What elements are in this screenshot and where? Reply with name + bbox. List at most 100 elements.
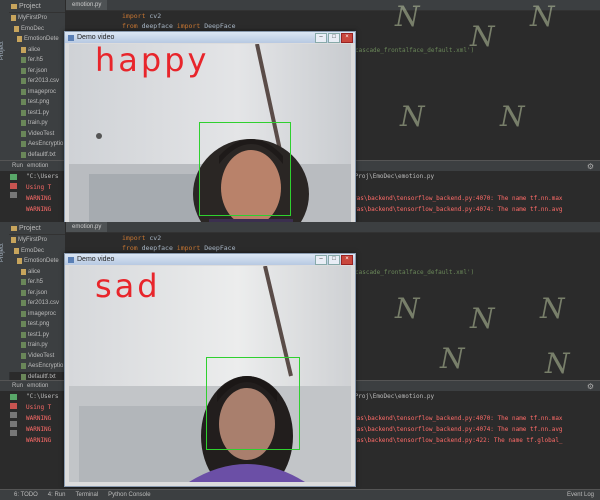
watermark-logo: N xyxy=(395,0,420,33)
tree-item[interactable]: alice xyxy=(9,267,65,278)
code-text: DeepFace xyxy=(200,22,236,30)
tree-item-label: defaultf.txt xyxy=(28,373,56,380)
code-keyword: from xyxy=(122,244,138,252)
pin-icon[interactable] xyxy=(10,421,17,427)
tree-item[interactable]: train.py xyxy=(9,118,65,129)
watermark-logo: N xyxy=(395,292,420,325)
tree-item[interactable]: fer.h5 xyxy=(9,277,65,288)
gear-icon[interactable]: ⚙ xyxy=(587,382,594,391)
tree-item[interactable]: fer.json xyxy=(9,66,65,77)
minimize-icon[interactable]: – xyxy=(315,33,327,43)
folder-icon xyxy=(11,225,17,231)
pause-icon[interactable] xyxy=(10,192,17,198)
run-tab[interactable]: emotion xyxy=(27,163,48,169)
tree-item-label: fer.h5 xyxy=(28,279,44,286)
maximize-icon[interactable]: □ xyxy=(328,33,340,43)
code-lines[interactable]: import cv2 from deepface import DeepFace xyxy=(66,233,600,253)
file-icon xyxy=(21,120,26,127)
tree-item[interactable]: test1.py xyxy=(9,108,65,119)
tree-item[interactable]: test1.py xyxy=(9,330,65,341)
tree-item-label: fer2013.csv xyxy=(28,78,60,85)
tree-item[interactable]: imageproc xyxy=(9,309,65,320)
demo-video-window[interactable]: Demo video – □ × xyxy=(64,253,356,487)
folder-icon xyxy=(21,268,26,275)
project-tool-label[interactable]: Project xyxy=(0,243,5,262)
watermark-logo: N xyxy=(540,292,565,325)
file-icon xyxy=(21,109,26,116)
window-controls: – □ × xyxy=(315,33,353,43)
tree-item[interactable]: MyFirstPro xyxy=(9,235,65,246)
status-event-log[interactable]: Event Log xyxy=(567,492,600,498)
run-path: "C:\Users xyxy=(26,393,59,400)
tree-item[interactable]: MyFirstPro xyxy=(9,13,65,24)
tree-item[interactable]: AesEncryptio xyxy=(9,139,65,150)
tree-item-label: EmotionDete xyxy=(24,258,59,265)
file-icon xyxy=(21,88,26,95)
project-title[interactable]: Project xyxy=(19,225,41,232)
tree-item[interactable]: test.png xyxy=(9,97,65,108)
tree-item[interactable]: EmotionDete xyxy=(9,34,65,45)
rerun-icon[interactable] xyxy=(10,174,17,180)
maximize-icon[interactable]: □ xyxy=(328,255,340,265)
tree-item[interactable]: fer2013.csv xyxy=(9,76,65,87)
tree-item[interactable]: train.py xyxy=(9,340,65,351)
cascade-code: cascade_frontalface_default.xml') xyxy=(355,47,474,54)
tree-item[interactable]: defaultf.txt xyxy=(9,150,65,161)
demo-video-window[interactable]: Demo video – □ × xyxy=(64,31,356,222)
run-tab[interactable]: emotion xyxy=(27,383,48,389)
tree-item[interactable]: imageproc xyxy=(9,87,65,98)
tree-item-label: fer.h5 xyxy=(28,57,44,64)
code-lines[interactable]: import cv2 from deepface import DeepFace xyxy=(66,11,600,31)
project-panel: Project MyFirstPro EmoDec EmotionDete alice… xyxy=(9,222,65,401)
tree-item[interactable]: alice xyxy=(9,45,65,56)
tree-item[interactable]: fer.h5 xyxy=(9,55,65,66)
emotion-label: happy xyxy=(95,44,210,79)
tree-item-label: MyFirstPro xyxy=(18,15,47,22)
tree-item[interactable]: fer.json xyxy=(9,288,65,299)
tree-item[interactable]: VideoTest xyxy=(9,351,65,362)
tree-item[interactable]: VideoTest xyxy=(9,129,65,140)
tree-item-label: fer.json xyxy=(28,289,48,296)
video-frame: happy xyxy=(69,44,351,222)
status-terminal[interactable]: Terminal xyxy=(75,492,98,498)
tree-item[interactable]: EmoDec xyxy=(9,246,65,257)
file-icon xyxy=(21,331,26,338)
project-tool-label[interactable]: Project xyxy=(0,41,5,60)
folder-icon xyxy=(14,247,19,254)
window-titlebar[interactable]: Demo video – □ × xyxy=(65,32,355,43)
close-icon[interactable]: × xyxy=(341,33,353,43)
file-icon xyxy=(21,78,26,85)
using-text: Using T xyxy=(26,184,52,191)
rerun-icon[interactable] xyxy=(10,394,17,400)
tree-item-label: MyFirstPro xyxy=(18,237,47,244)
folder-icon xyxy=(21,46,26,53)
tree-item[interactable]: EmoDec xyxy=(9,24,65,35)
window-titlebar[interactable]: Demo video – □ × xyxy=(65,254,355,265)
tree-item[interactable]: fer2013.csv xyxy=(9,298,65,309)
ide-bottom-half: Project Project MyFirstPro EmoDec EmotionD… xyxy=(0,222,600,500)
code-keyword: import xyxy=(176,244,201,252)
folder-icon xyxy=(11,3,17,9)
close-icon[interactable]: × xyxy=(341,255,353,265)
status-todo[interactable]: 6: TODO xyxy=(14,492,38,498)
tree-item-label: AesEncryptio xyxy=(28,141,64,148)
stop-icon[interactable] xyxy=(10,183,17,189)
print-icon[interactable] xyxy=(10,430,17,436)
tree-item[interactable]: AesEncryptio xyxy=(9,361,65,372)
stop-icon[interactable] xyxy=(10,403,17,409)
tab-emotion-py[interactable]: emotion.py xyxy=(66,0,108,10)
tree-item[interactable]: test.png xyxy=(9,319,65,330)
status-python-console[interactable]: Python Console xyxy=(108,492,150,498)
video-frame: sad xyxy=(69,266,351,482)
window-title: Demo video xyxy=(77,34,115,41)
tab-emotion-py[interactable]: emotion.py xyxy=(66,222,108,232)
run-label[interactable]: Run xyxy=(12,163,23,169)
project-title[interactable]: Project xyxy=(19,3,41,10)
run-toolbar xyxy=(10,391,22,439)
status-run[interactable]: 4: Run xyxy=(48,492,66,498)
run-label[interactable]: Run xyxy=(12,383,23,389)
minimize-icon[interactable]: – xyxy=(315,255,327,265)
tree-item[interactable]: EmotionDete xyxy=(9,256,65,267)
gear-icon[interactable]: ⚙ xyxy=(587,162,594,171)
pause-icon[interactable] xyxy=(10,412,17,418)
